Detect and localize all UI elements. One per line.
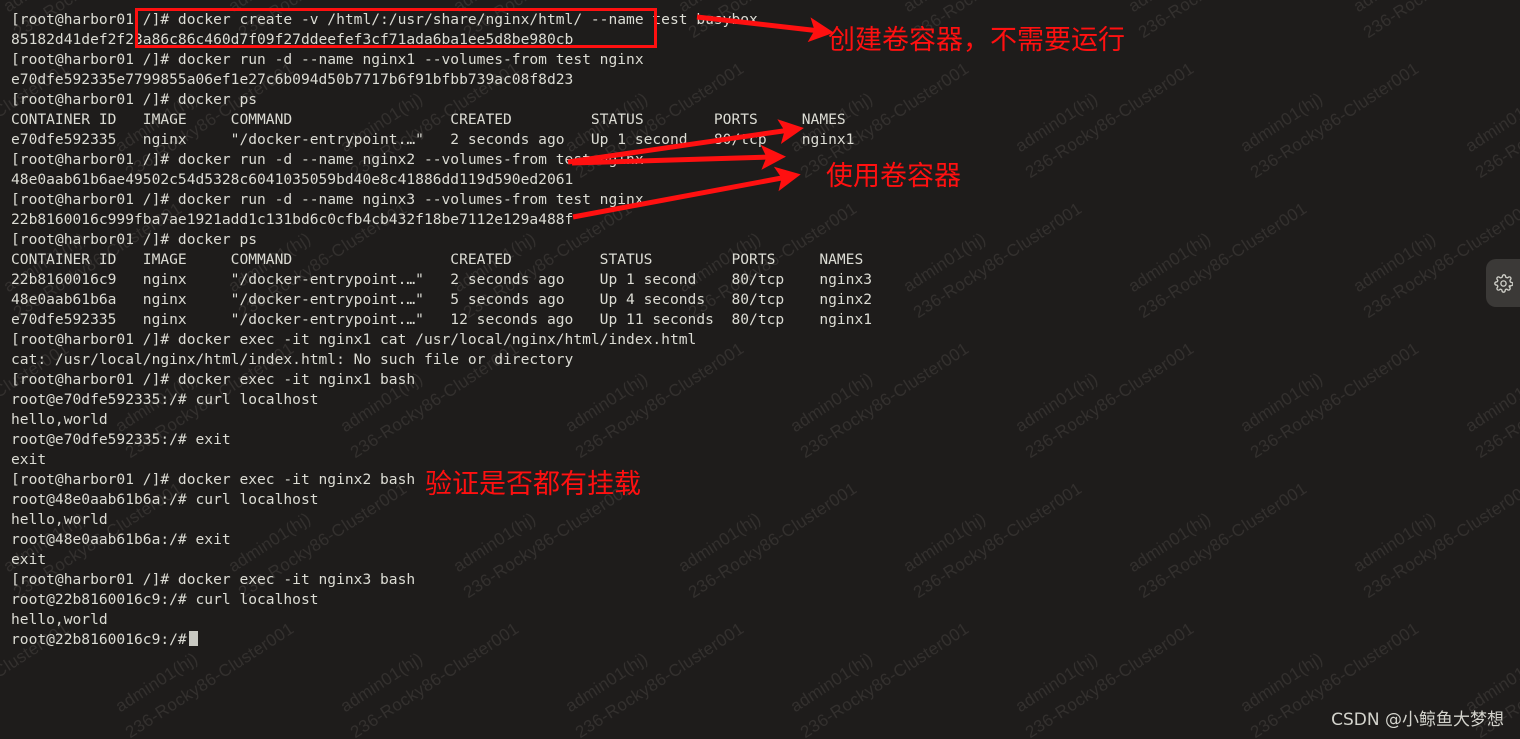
terminal-line: [root@harbor01 /]# docker run -d --name … [11,191,644,208]
terminal-line: [root@harbor01 /]# docker ps [11,91,258,108]
terminal-line: [root@harbor01 /]# docker run -d --name … [11,51,644,68]
terminal-line: e70dfe592335 nginx "/docker-entrypoint.…… [11,131,855,148]
terminal-cursor [188,631,198,646]
gear-icon [1493,273,1513,293]
terminal-line: [root@harbor01 /]# docker create -v /htm… [11,11,758,28]
terminal-line: [root@harbor01 /]# docker exec -it nginx… [11,371,416,388]
terminal-line: root@22b8160016c9:/# curl localhost [11,591,319,608]
terminal-line: 85182d41def2f23a86c86c460d7f09f27ddeefef… [11,31,574,48]
terminal-line: [root@harbor01 /]# docker exec -it nginx… [11,471,416,488]
terminal-line: [root@harbor01 /]# docker run -d --name … [11,151,644,168]
terminal-line: cat: /usr/local/nginx/html/index.html: N… [11,351,574,368]
terminal-line: hello,world [11,411,108,428]
terminal-line: 22b8160016c9 nginx "/docker-entrypoint.…… [11,271,873,288]
csdn-credit: CSDN @小鲸鱼大梦想 [1331,710,1504,730]
terminal-line: [root@harbor01 /]# docker exec -it nginx… [11,571,416,588]
terminal-line: hello,world [11,611,108,628]
terminal-line: root@e70dfe592335:/# curl localhost [11,391,319,408]
terminal-line: e70dfe592335 nginx "/docker-entrypoint.…… [11,311,873,328]
terminal-line: 48e0aab61b6ae49502c54d5328c6041035059bd4… [11,171,574,188]
terminal-line: CONTAINER ID IMAGE COMMAND CREATED STATU… [11,111,846,128]
terminal-output[interactable]: [root@harbor01 /]# docker create -v /htm… [0,0,1520,739]
terminal-line: root@48e0aab61b6a:/# exit [11,531,231,548]
settings-gear-tab[interactable] [1486,259,1520,307]
terminal-line: root@48e0aab61b6a:/# curl localhost [11,491,319,508]
terminal-line: 22b8160016c999fba7ae1921add1c131bd6c0cfb… [11,211,574,228]
terminal-line: 48e0aab61b6a nginx "/docker-entrypoint.…… [11,291,873,308]
terminal-line: [root@harbor01 /]# docker ps [11,231,258,248]
terminal-line: hello,world [11,511,108,528]
terminal-line: exit [11,451,47,468]
terminal-line: root@22b8160016c9:/# [11,630,198,650]
terminal-screenshot: admin01(hj)236-Rocky86-Cluster001admin01… [0,0,1520,739]
terminal-line: exit [11,551,47,568]
terminal-line: [root@harbor01 /]# docker exec -it nginx… [11,331,697,348]
terminal-line: root@e70dfe592335:/# exit [11,431,231,448]
terminal-line: e70dfe592335e7799855a06ef1e27c6b094d50b7… [11,71,574,88]
terminal-line: CONTAINER ID IMAGE COMMAND CREATED STATU… [11,251,864,268]
